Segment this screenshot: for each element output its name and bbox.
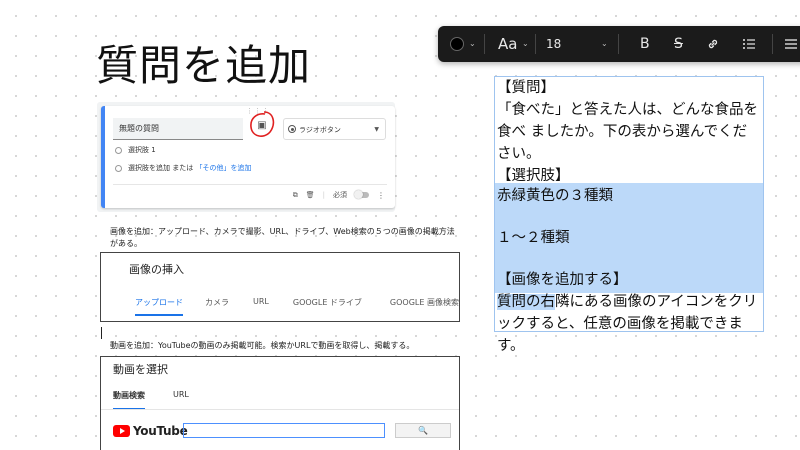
text-line: １〜２種類: [497, 230, 570, 246]
youtube-search-button[interactable]: 🔍: [395, 423, 451, 438]
add-option-or: または: [170, 164, 196, 172]
selected-text: 赤緑黄: [497, 188, 541, 204]
insert-image-tabs: アップロード カメラ URL GOOGLE ドライブ GOOGLE 画像検索: [121, 297, 459, 316]
add-option-row[interactable]: 選択肢を追加 または 「その他」を追加: [115, 162, 251, 174]
chevron-down-icon[interactable]: ⌄: [601, 26, 608, 62]
radio-button-icon: [288, 125, 296, 133]
dialog-title: 画像の挿入: [129, 263, 184, 276]
option-row[interactable]: 選択肢 1: [115, 144, 156, 156]
image-caption: 画像を追加：アップロード、カメラで撮影、URL、ドライブ、Web検索の５つの画像…: [110, 227, 455, 248]
align-menu-icon[interactable]: [784, 26, 798, 62]
dialog-title: 動画を選択: [113, 363, 168, 376]
strikethrough-button[interactable]: S: [674, 26, 683, 62]
youtube-logo: YouTube: [113, 424, 188, 438]
font-size-field[interactable]: 18: [546, 26, 561, 62]
option-label: 選択肢 1: [128, 146, 156, 154]
page-title: 質問を追加: [96, 41, 312, 90]
text-line: 【画像を追加する】: [497, 272, 628, 288]
required-label: 必須: [333, 191, 347, 199]
add-other-link[interactable]: 「その他」を追加: [195, 164, 251, 172]
question-type-label: ラジオボタン: [299, 126, 341, 134]
question-type-select[interactable]: ラジオボタン ▼: [283, 118, 386, 140]
text-line: 「食べた」と答えた人は、どんな食品を食べ ましたか。下の表から選んでください。: [497, 102, 758, 162]
font-picker-button[interactable]: Aa: [498, 26, 517, 62]
tab-url[interactable]: URL: [173, 390, 189, 406]
link-icon[interactable]: [706, 26, 720, 62]
text-line-instructions: 質問の右隣にある画像のアイコンをクリックすると、任意の画像を掲載できます。: [497, 291, 761, 357]
toolbar-separator: [772, 34, 773, 54]
select-video-dialog: 動画を選択 動画検索 URL YouTube 🔍: [100, 356, 460, 450]
duplicate-icon[interactable]: ⧉: [293, 191, 298, 200]
chevron-down-icon[interactable]: ⌄: [469, 26, 476, 62]
text-span: 色の３種類: [540, 188, 614, 204]
tab-google-image-search[interactable]: GOOGLE 画像検索: [390, 297, 459, 316]
required-toggle[interactable]: [354, 190, 369, 199]
video-caption: 動画を追加：YouTubeの動画のみ掲載可能。検索かURLで動画を取得し、掲載す…: [110, 341, 415, 350]
text-cursor: [101, 327, 102, 339]
youtube-play-icon: [113, 425, 130, 437]
tab-video-search[interactable]: 動画検索: [113, 390, 145, 410]
more-options-icon[interactable]: ⋮: [377, 191, 385, 200]
text-block[interactable]: 【質問】 「食べた」と答えた人は、どんな食品を食べ ましたか。下の表から選んでく…: [494, 76, 764, 354]
question-title-field[interactable]: 無題の質問: [113, 118, 243, 140]
divider: [101, 409, 459, 410]
formatting-toolbar: ⌄ Aa ⌄ 18 ⌄ B S: [438, 26, 800, 62]
youtube-search-input[interactable]: [183, 423, 385, 438]
form-footer: ⧉ 🗑 | 必須 ⋮: [293, 190, 385, 200]
form-question-inner: ⋮⋮⋮ 無題の質問 ▣ ラジオボタン ▼ 選択肢 1 選択肢を追加 または 「そ…: [101, 106, 395, 208]
text-line-options: 赤緑黄色の３種類: [497, 185, 761, 207]
form-question-card: ⋮⋮⋮ 無題の質問 ▣ ラジオボタン ▼ 選択肢 1 選択肢を追加 または 「そ…: [97, 102, 395, 212]
tab-google-drive[interactable]: GOOGLE ドライブ: [293, 297, 362, 316]
footer-divider: |: [322, 191, 325, 199]
text-line: 【選択肢】: [497, 168, 570, 184]
toolbar-separator: [484, 34, 485, 54]
bold-button[interactable]: B: [640, 26, 650, 62]
toolbar-separator: [618, 34, 619, 54]
tab-camera[interactable]: カメラ: [205, 297, 229, 316]
add-option-link[interactable]: 選択肢を追加: [128, 164, 170, 172]
tab-url[interactable]: URL: [253, 297, 269, 316]
trash-icon[interactable]: 🗑: [306, 191, 315, 199]
radio-circle-icon: [115, 164, 122, 172]
youtube-wordmark: YouTube: [133, 424, 188, 438]
insert-image-dialog: 画像の挿入 アップロード カメラ URL GOOGLE ドライブ GOOGLE …: [100, 252, 460, 322]
text-line: 【質問】: [497, 80, 555, 96]
add-image-icon[interactable]: ▣: [255, 119, 269, 133]
search-icon: 🔍: [418, 426, 428, 435]
chevron-down-icon[interactable]: ⌄: [522, 26, 529, 62]
selected-text: 質問の右: [497, 294, 555, 310]
tab-upload[interactable]: アップロード: [135, 297, 183, 316]
chevron-down-icon: ▼: [374, 126, 379, 133]
text-color-swatch-icon[interactable]: [450, 37, 464, 51]
bullet-list-icon[interactable]: [742, 26, 756, 62]
toolbar-separator: [535, 34, 536, 54]
radio-circle-icon: [115, 146, 122, 154]
divider: [113, 184, 387, 185]
